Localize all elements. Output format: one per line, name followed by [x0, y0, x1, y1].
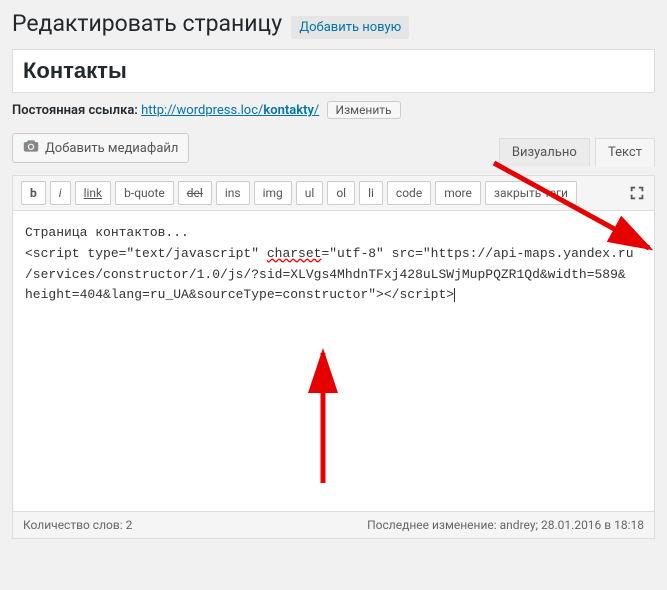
qt-close-tags-button[interactable]: закрыть теги: [485, 181, 577, 205]
last-edit: Последнее изменение: andrey; 28.01.2016 …: [367, 518, 644, 532]
tab-visual[interactable]: Визуально: [499, 138, 590, 166]
qt-more-button[interactable]: more: [435, 181, 481, 205]
permalink-edit-button[interactable]: Изменить: [327, 101, 401, 119]
content-textarea[interactable]: Страница контактов... <script type="text…: [13, 211, 654, 511]
qt-bquote-button[interactable]: b-quote: [115, 181, 174, 205]
page-heading: Редактировать страницу Добавить новую: [12, 10, 655, 39]
arrow-annotation: [293, 301, 355, 534]
content-line: Страница контактов...: [25, 225, 189, 240]
permalink-link[interactable]: http://wordpress.loc/kontakty/: [141, 103, 319, 118]
qt-ins-button[interactable]: ins: [216, 181, 250, 205]
page-title: Редактировать страницу: [12, 10, 282, 37]
add-media-button[interactable]: Добавить медиафайл: [12, 133, 189, 163]
word-count: Количество слов: 2: [23, 518, 132, 532]
editor-tabs: Визуально Текст: [497, 138, 655, 167]
permalink-label: Постоянная ссылка:: [12, 103, 138, 118]
fullscreen-button[interactable]: [628, 184, 646, 202]
qt-img-button[interactable]: img: [254, 181, 292, 205]
quicktag-toolbar: b i link b-quote del ins img ul ol li co…: [13, 176, 654, 211]
add-new-button[interactable]: Добавить новую: [291, 16, 409, 39]
add-media-label: Добавить медиафайл: [45, 141, 178, 156]
editor-box: b i link b-quote del ins img ul ol li co…: [12, 175, 655, 539]
content-line: ="utf-8" src="https://api-maps.yandex.ru: [321, 246, 633, 261]
qt-bold-button[interactable]: b: [21, 181, 46, 205]
content-line: charset: [267, 246, 322, 261]
text-caret: [454, 288, 455, 302]
qt-ul-button[interactable]: ul: [296, 181, 324, 205]
tab-text[interactable]: Текст: [595, 138, 655, 167]
permalink-row: Постоянная ссылка: http://wordpress.loc/…: [12, 101, 655, 119]
qt-li-button[interactable]: li: [359, 181, 383, 205]
qt-italic-button[interactable]: i: [50, 181, 71, 205]
content-line: height=404&lang=ru_UA&sourceType=constru…: [25, 287, 454, 302]
qt-code-button[interactable]: code: [387, 181, 431, 205]
post-title-input[interactable]: [23, 54, 644, 88]
content-line: /services/constructor/1.0/js/?sid=XLVgs4…: [25, 267, 626, 282]
qt-link-button[interactable]: link: [75, 181, 112, 205]
fullscreen-icon: [628, 184, 646, 202]
qt-ol-button[interactable]: ol: [327, 181, 355, 205]
qt-del-button[interactable]: del: [178, 181, 212, 205]
content-line: <script type="text/javascript": [25, 246, 267, 261]
editor-status-bar: Количество слов: 2 Последнее изменение: …: [13, 511, 654, 538]
camera-icon: [23, 138, 39, 158]
post-title-wrap: [12, 49, 655, 93]
